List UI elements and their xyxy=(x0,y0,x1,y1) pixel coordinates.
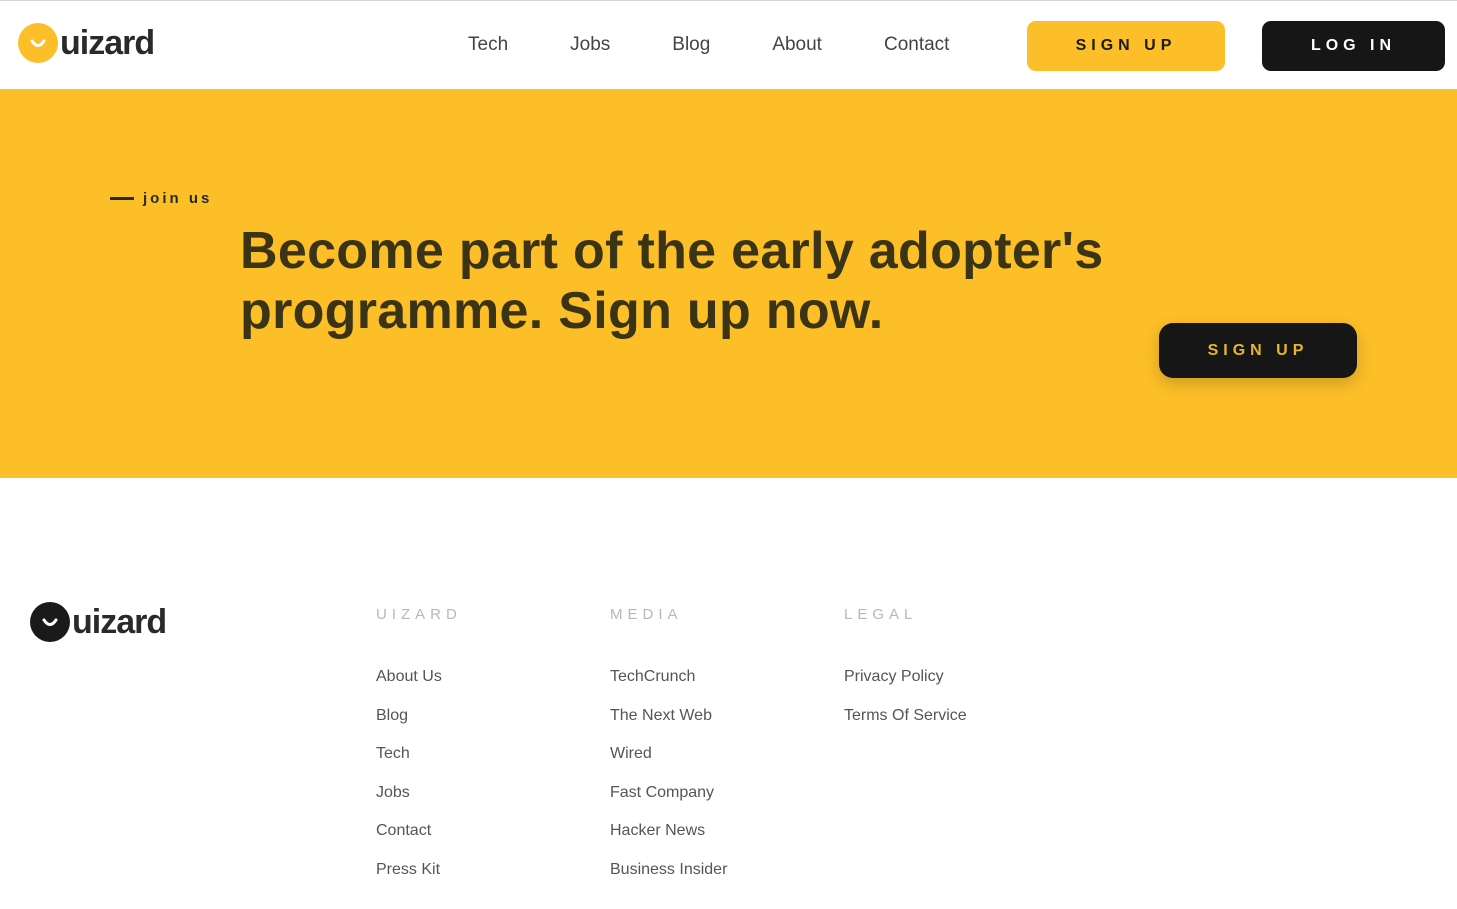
footer-uizard-logo[interactable]: uizard xyxy=(30,602,167,642)
footer-column-heading: MEDIA xyxy=(610,606,683,623)
footer-column-heading: LEGAL xyxy=(844,606,918,623)
header-signup-button[interactable]: SIGN UP xyxy=(1027,21,1225,71)
header-login-button[interactable]: LOG IN xyxy=(1262,21,1445,71)
footer-link-list: TechCrunch The Next Web Wired Fast Compa… xyxy=(610,667,727,899)
footer-link-jobs[interactable]: Jobs xyxy=(376,784,410,801)
nav-link-about[interactable]: About xyxy=(772,33,822,57)
footer-link-contact[interactable]: Contact xyxy=(376,822,431,839)
footer-link-fast-company[interactable]: Fast Company xyxy=(610,784,714,801)
footer-link-wired[interactable]: Wired xyxy=(610,745,652,762)
hero-heading: Become part of the early adopter's progr… xyxy=(240,222,1104,340)
eyebrow-label: join us xyxy=(143,190,213,207)
footer-link-techcrunch[interactable]: TechCrunch xyxy=(610,668,695,685)
footer-column-uizard: UIZARD About Us Blog Tech Jobs Contact P… xyxy=(376,606,462,899)
hero-signup-button[interactable]: SIGN UP xyxy=(1159,323,1357,378)
footer-column-legal: LEGAL Privacy Policy Terms Of Service xyxy=(844,606,967,744)
footer-link-press-kit[interactable]: Press Kit xyxy=(376,861,440,878)
footer-link-the-next-web[interactable]: The Next Web xyxy=(610,707,712,724)
footer: uizard UIZARD About Us Blog Tech Jobs Co… xyxy=(0,478,1457,909)
footer-link-business-insider[interactable]: Business Insider xyxy=(610,861,727,878)
smile-logo-icon xyxy=(30,602,70,642)
footer-link-tech[interactable]: Tech xyxy=(376,745,410,762)
nav-link-jobs[interactable]: Jobs xyxy=(570,33,610,57)
eyebrow-dash xyxy=(110,197,134,200)
nav-link-contact[interactable]: Contact xyxy=(884,33,949,57)
footer-link-list: Privacy Policy Terms Of Service xyxy=(844,667,967,744)
logo-wordmark: uizard xyxy=(60,24,155,62)
footer-link-privacy-policy[interactable]: Privacy Policy xyxy=(844,668,944,685)
footer-link-terms-of-service[interactable]: Terms Of Service xyxy=(844,707,967,724)
footer-column-heading: UIZARD xyxy=(376,606,462,623)
smile-logo-icon xyxy=(18,23,58,63)
nav-link-blog[interactable]: Blog xyxy=(672,33,710,57)
footer-link-hacker-news[interactable]: Hacker News xyxy=(610,822,705,839)
eyebrow: join us xyxy=(110,190,212,207)
uizard-logo[interactable]: uizard xyxy=(18,23,155,63)
footer-link-list: About Us Blog Tech Jobs Contact Press Ki… xyxy=(376,667,462,899)
footer-link-about-us[interactable]: About Us xyxy=(376,668,442,685)
logo-wordmark: uizard xyxy=(72,603,167,641)
top-nav-bar: uizard Tech Jobs Blog About Contact SIGN… xyxy=(0,0,1457,89)
footer-link-blog[interactable]: Blog xyxy=(376,707,408,724)
nav-link-tech[interactable]: Tech xyxy=(468,33,508,57)
signup-hero-banner: join us Become part of the early adopter… xyxy=(0,89,1457,478)
main-nav: Tech Jobs Blog About Contact xyxy=(468,33,1011,57)
footer-column-media: MEDIA TechCrunch The Next Web Wired Fast… xyxy=(610,606,727,899)
